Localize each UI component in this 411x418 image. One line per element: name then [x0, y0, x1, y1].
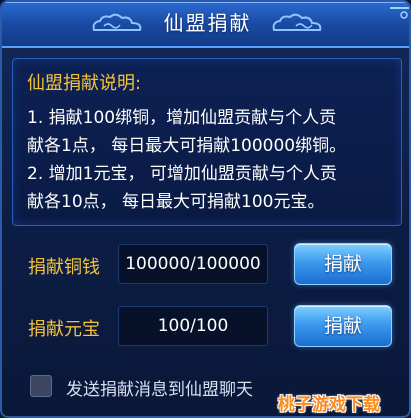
corner-ornament-icon: [390, 7, 409, 32]
description-line: 献各1点， 每日最大可捐献100000绑铜。: [27, 136, 347, 156]
cloud-ornament-icon: [272, 13, 322, 31]
donate-ingot-label: 捐献元宝: [28, 319, 100, 340]
description-line: 献各10点， 每日最大可捐献100元宝。: [27, 192, 325, 212]
description-box: 仙盟捐献说明: 1. 捐献100绑铜，增加仙盟贡献与个人贡 献各1点， 每日最大…: [12, 58, 402, 226]
broadcast-label: 发送捐献消息到仙盟聊天: [66, 380, 253, 400]
donate-copper-amount[interactable]: 100000/100000: [118, 244, 268, 284]
description-line: 1. 捐献100绑铜，增加仙盟贡献与个人贡: [27, 108, 337, 128]
donation-dialog: 仙盟捐献 仙盟捐献说明: 1. 捐献100绑铜，增加仙盟贡献与个人贡 献各1点，…: [0, 0, 411, 418]
donate-ingot-amount[interactable]: 100/100: [118, 306, 268, 346]
title-bar: 仙盟捐献: [2, 2, 409, 48]
description-heading: 仙盟捐献说明:: [27, 73, 142, 94]
donate-copper-button[interactable]: 捐献: [294, 243, 392, 285]
dialog-title: 仙盟捐献: [163, 11, 252, 35]
donate-ingot-button[interactable]: 捐献: [294, 305, 392, 347]
description-line: 2. 增加1元宝， 可增加仙盟贡献与个人贡: [27, 164, 337, 184]
watermark-logo: 桃子游戏下载: [278, 395, 380, 415]
donate-copper-label: 捐献铜钱: [28, 257, 100, 278]
broadcast-checkbox[interactable]: [30, 375, 52, 397]
